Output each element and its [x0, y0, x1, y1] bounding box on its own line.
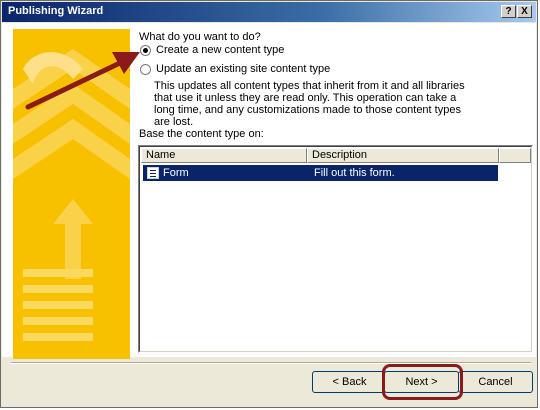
annotation-arrow-icon — [25, 52, 140, 110]
